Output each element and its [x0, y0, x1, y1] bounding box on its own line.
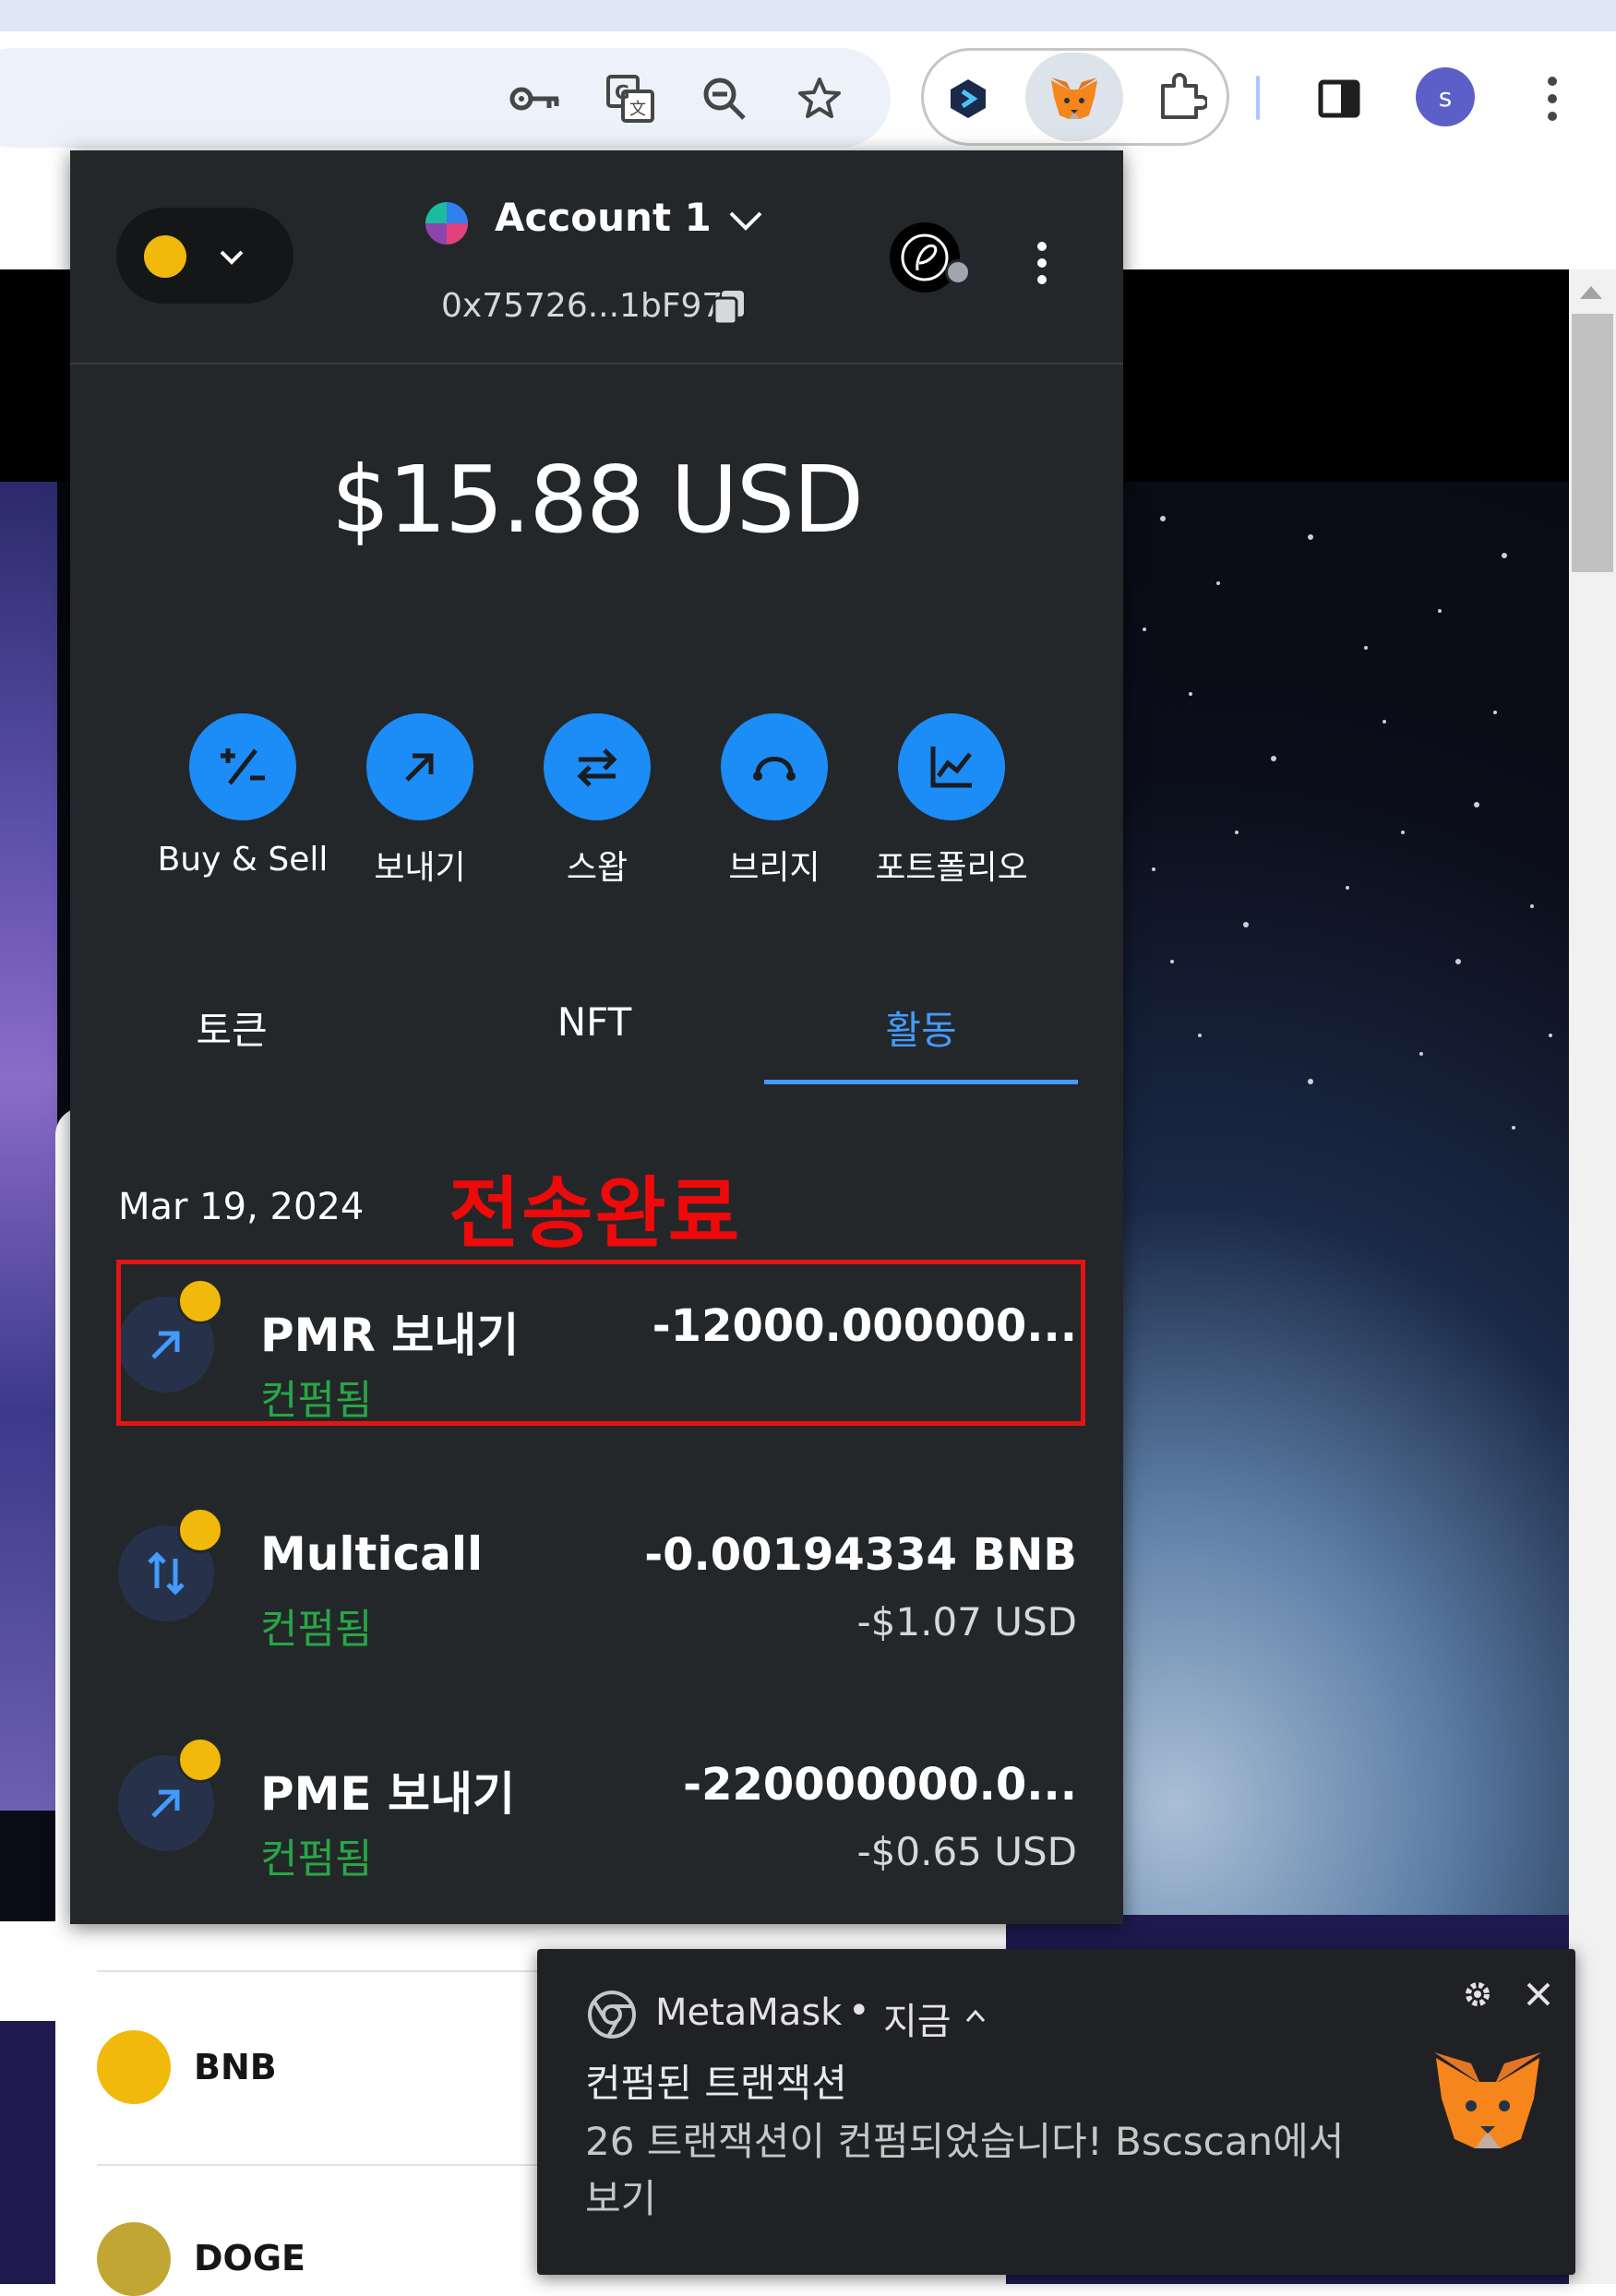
bnb-network-icon — [144, 235, 186, 278]
buy-sell-button[interactable]: Buy & Sell — [150, 713, 335, 879]
connection-status-dot — [945, 259, 971, 285]
divider — [97, 2164, 558, 2166]
portfolio-button[interactable]: 포트폴리오 — [859, 713, 1044, 889]
swap-button[interactable]: 스왑 — [505, 713, 689, 889]
scroll-up-arrow-icon[interactable] — [1580, 286, 1602, 299]
notification-app-name: MetaMask — [655, 1991, 843, 2034]
tab-activity[interactable]: 활동 — [760, 999, 1083, 1056]
popup-header: Account 1 0x75726...1bF97 — [70, 150, 1123, 365]
gear-icon[interactable] — [1460, 1977, 1495, 2012]
toolbar-separator — [1256, 76, 1260, 120]
transaction-status: 컨펌됨 — [260, 1606, 373, 1653]
transaction-amount: -0.00194334 BNB — [644, 1529, 1077, 1581]
window-top-strip — [0, 0, 1616, 31]
transaction-amount: -220000000.0... — [683, 1759, 1077, 1811]
svg-text:文: 文 — [629, 100, 646, 119]
send-arrow-icon — [366, 713, 473, 820]
browser-menu-icon[interactable] — [1520, 66, 1585, 131]
activity-date: Mar 19, 2024 — [118, 1186, 365, 1228]
buy-sell-label: Buy & Sell — [157, 841, 329, 879]
copy-icon[interactable] — [709, 287, 749, 328]
network-selector[interactable] — [116, 208, 293, 304]
scrollbar-thumb[interactable] — [1572, 314, 1613, 572]
account-address[interactable]: 0x75726...1bF97 — [441, 287, 723, 325]
bridge-button[interactable]: 브리지 — [682, 713, 867, 889]
account-identicon — [425, 202, 468, 245]
metamask-fox-icon[interactable] — [1042, 66, 1107, 131]
bnb-coin-icon — [97, 2030, 171, 2104]
metamask-popup: Account 1 0x75726...1bF97 $15.88 USD Buy… — [70, 150, 1123, 1924]
wallet-balance: $15.88 USD — [330, 446, 864, 554]
tab-tokens[interactable]: 토큰 — [70, 999, 393, 1056]
page-footer-band-left — [0, 2021, 55, 2284]
extension-a-icon[interactable] — [936, 66, 1000, 131]
annotation-text: 전송완료 — [449, 1168, 742, 1259]
bnb-badge-icon — [177, 1737, 223, 1783]
transaction-title: PME 보내기 — [260, 1767, 515, 1821]
portfolio-label: 포트폴리오 — [875, 849, 1028, 887]
close-icon[interactable] — [1523, 1979, 1554, 2010]
send-label: 보내기 — [374, 849, 466, 887]
transaction-row[interactable]: Multicall 컨펌됨 -0.00194334 BNB -$1.07 USD — [70, 1507, 1123, 1701]
transaction-title: Multicall — [260, 1527, 484, 1581]
highlight-box — [116, 1260, 1085, 1426]
doge-coin-icon — [97, 2222, 171, 2296]
active-tab-indicator — [764, 1080, 1078, 1084]
portfolio-chart-icon — [898, 713, 1005, 820]
profile-avatar[interactable]: s — [1416, 67, 1475, 126]
transaction-usd: -$1.07 USD — [856, 1599, 1078, 1644]
side-panel-icon[interactable] — [1307, 66, 1371, 131]
notification-body: 26 트랜잭션이 컨펌되었습니다! Bscscan에서 보기 — [585, 2119, 1345, 2221]
transaction-status: 컨펌됨 — [260, 1836, 373, 1883]
left-artwork — [0, 482, 57, 1811]
bnb-badge-icon — [177, 1507, 223, 1553]
system-notification[interactable]: MetaMask • 지금 컨펌된 트랜잭션 26 트랜잭션이 컨펌되었습니다!… — [537, 1949, 1575, 2275]
notification-time: 지금 — [883, 2001, 952, 2043]
translate-icon[interactable]: G文 — [598, 66, 663, 131]
zoom-out-icon[interactable] — [692, 66, 757, 131]
account-chevron-down-icon[interactable] — [725, 204, 766, 237]
divider — [97, 1970, 558, 1972]
puzzle-icon[interactable] — [1149, 65, 1214, 129]
address-bar[interactable] — [0, 48, 891, 148]
token-label-doge[interactable]: DOGE — [194, 2238, 305, 2278]
chevron-down-icon — [220, 250, 244, 265]
bridge-label: 브리지 — [728, 849, 820, 887]
buy-sell-icon — [189, 713, 296, 820]
tab-nft[interactable]: NFT — [433, 999, 756, 1045]
account-name[interactable]: Account 1 — [495, 195, 712, 240]
swap-label: 스왑 — [566, 849, 628, 887]
svg-text:G: G — [615, 81, 629, 103]
swap-arrows-icon — [544, 713, 651, 820]
bridge-icon — [721, 713, 828, 820]
metamask-fox-icon — [1434, 2052, 1541, 2148]
send-button[interactable]: 보내기 — [328, 713, 512, 889]
key-icon[interactable] — [504, 66, 569, 131]
chrome-icon — [588, 1991, 636, 2039]
star-icon[interactable] — [787, 66, 852, 131]
transaction-usd: -$0.65 USD — [856, 1829, 1078, 1874]
token-label-bnb[interactable]: BNB — [194, 2047, 277, 2087]
transaction-row[interactable]: PME 보내기 컨펌됨 -220000000.0... -$0.65 USD — [70, 1737, 1123, 1931]
notification-separator: • — [848, 1990, 870, 2032]
account-options-icon[interactable] — [1030, 239, 1054, 287]
notification-title: 컨펌된 트랜잭션 — [585, 2061, 847, 2106]
chevron-up-icon[interactable] — [964, 2006, 988, 2025]
